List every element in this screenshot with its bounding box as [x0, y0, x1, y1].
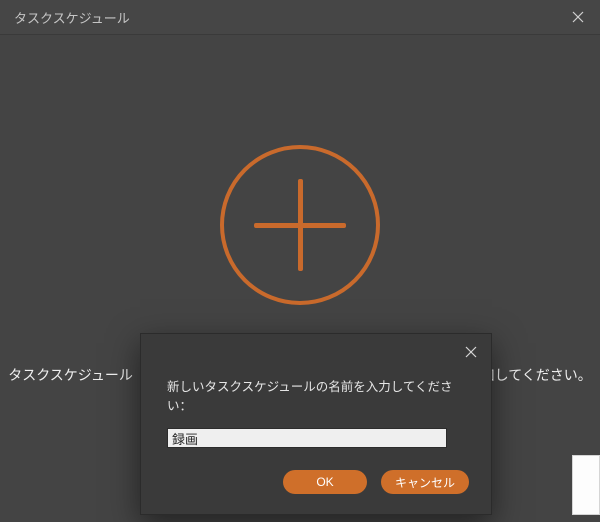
window-title: タスクスケジュール [14, 8, 130, 27]
dialog-prompt: 新しいタスクスケジュールの名前を入力してください： [167, 376, 465, 414]
add-task-button[interactable] [220, 145, 380, 305]
cancel-button[interactable]: キャンセル [381, 470, 469, 494]
task-name-input[interactable] [167, 428, 447, 448]
window-content: タスクスケジュール を追加してください。 新しいタスクスケジュールの名前を入力し… [0, 35, 600, 522]
close-icon [465, 346, 477, 358]
new-task-name-dialog: 新しいタスクスケジュールの名前を入力してください： OK キャンセル [140, 333, 492, 515]
ok-button[interactable]: OK [283, 470, 367, 494]
close-icon [572, 11, 584, 23]
plus-icon [298, 179, 303, 271]
hint-prefix: タスクスケジュール [8, 367, 133, 383]
task-schedule-window: タスクスケジュール タスクスケジュール を追加してください。 [0, 0, 600, 521]
dialog-close-button[interactable] [451, 334, 491, 370]
titlebar: タスクスケジュール [0, 0, 600, 35]
background-panel [572, 455, 600, 515]
window-close-button[interactable] [556, 0, 600, 34]
dialog-button-row: OK キャンセル [283, 470, 469, 494]
dialog-titlebar [141, 334, 491, 370]
dialog-body: 新しいタスクスケジュールの名前を入力してください： [141, 370, 491, 449]
